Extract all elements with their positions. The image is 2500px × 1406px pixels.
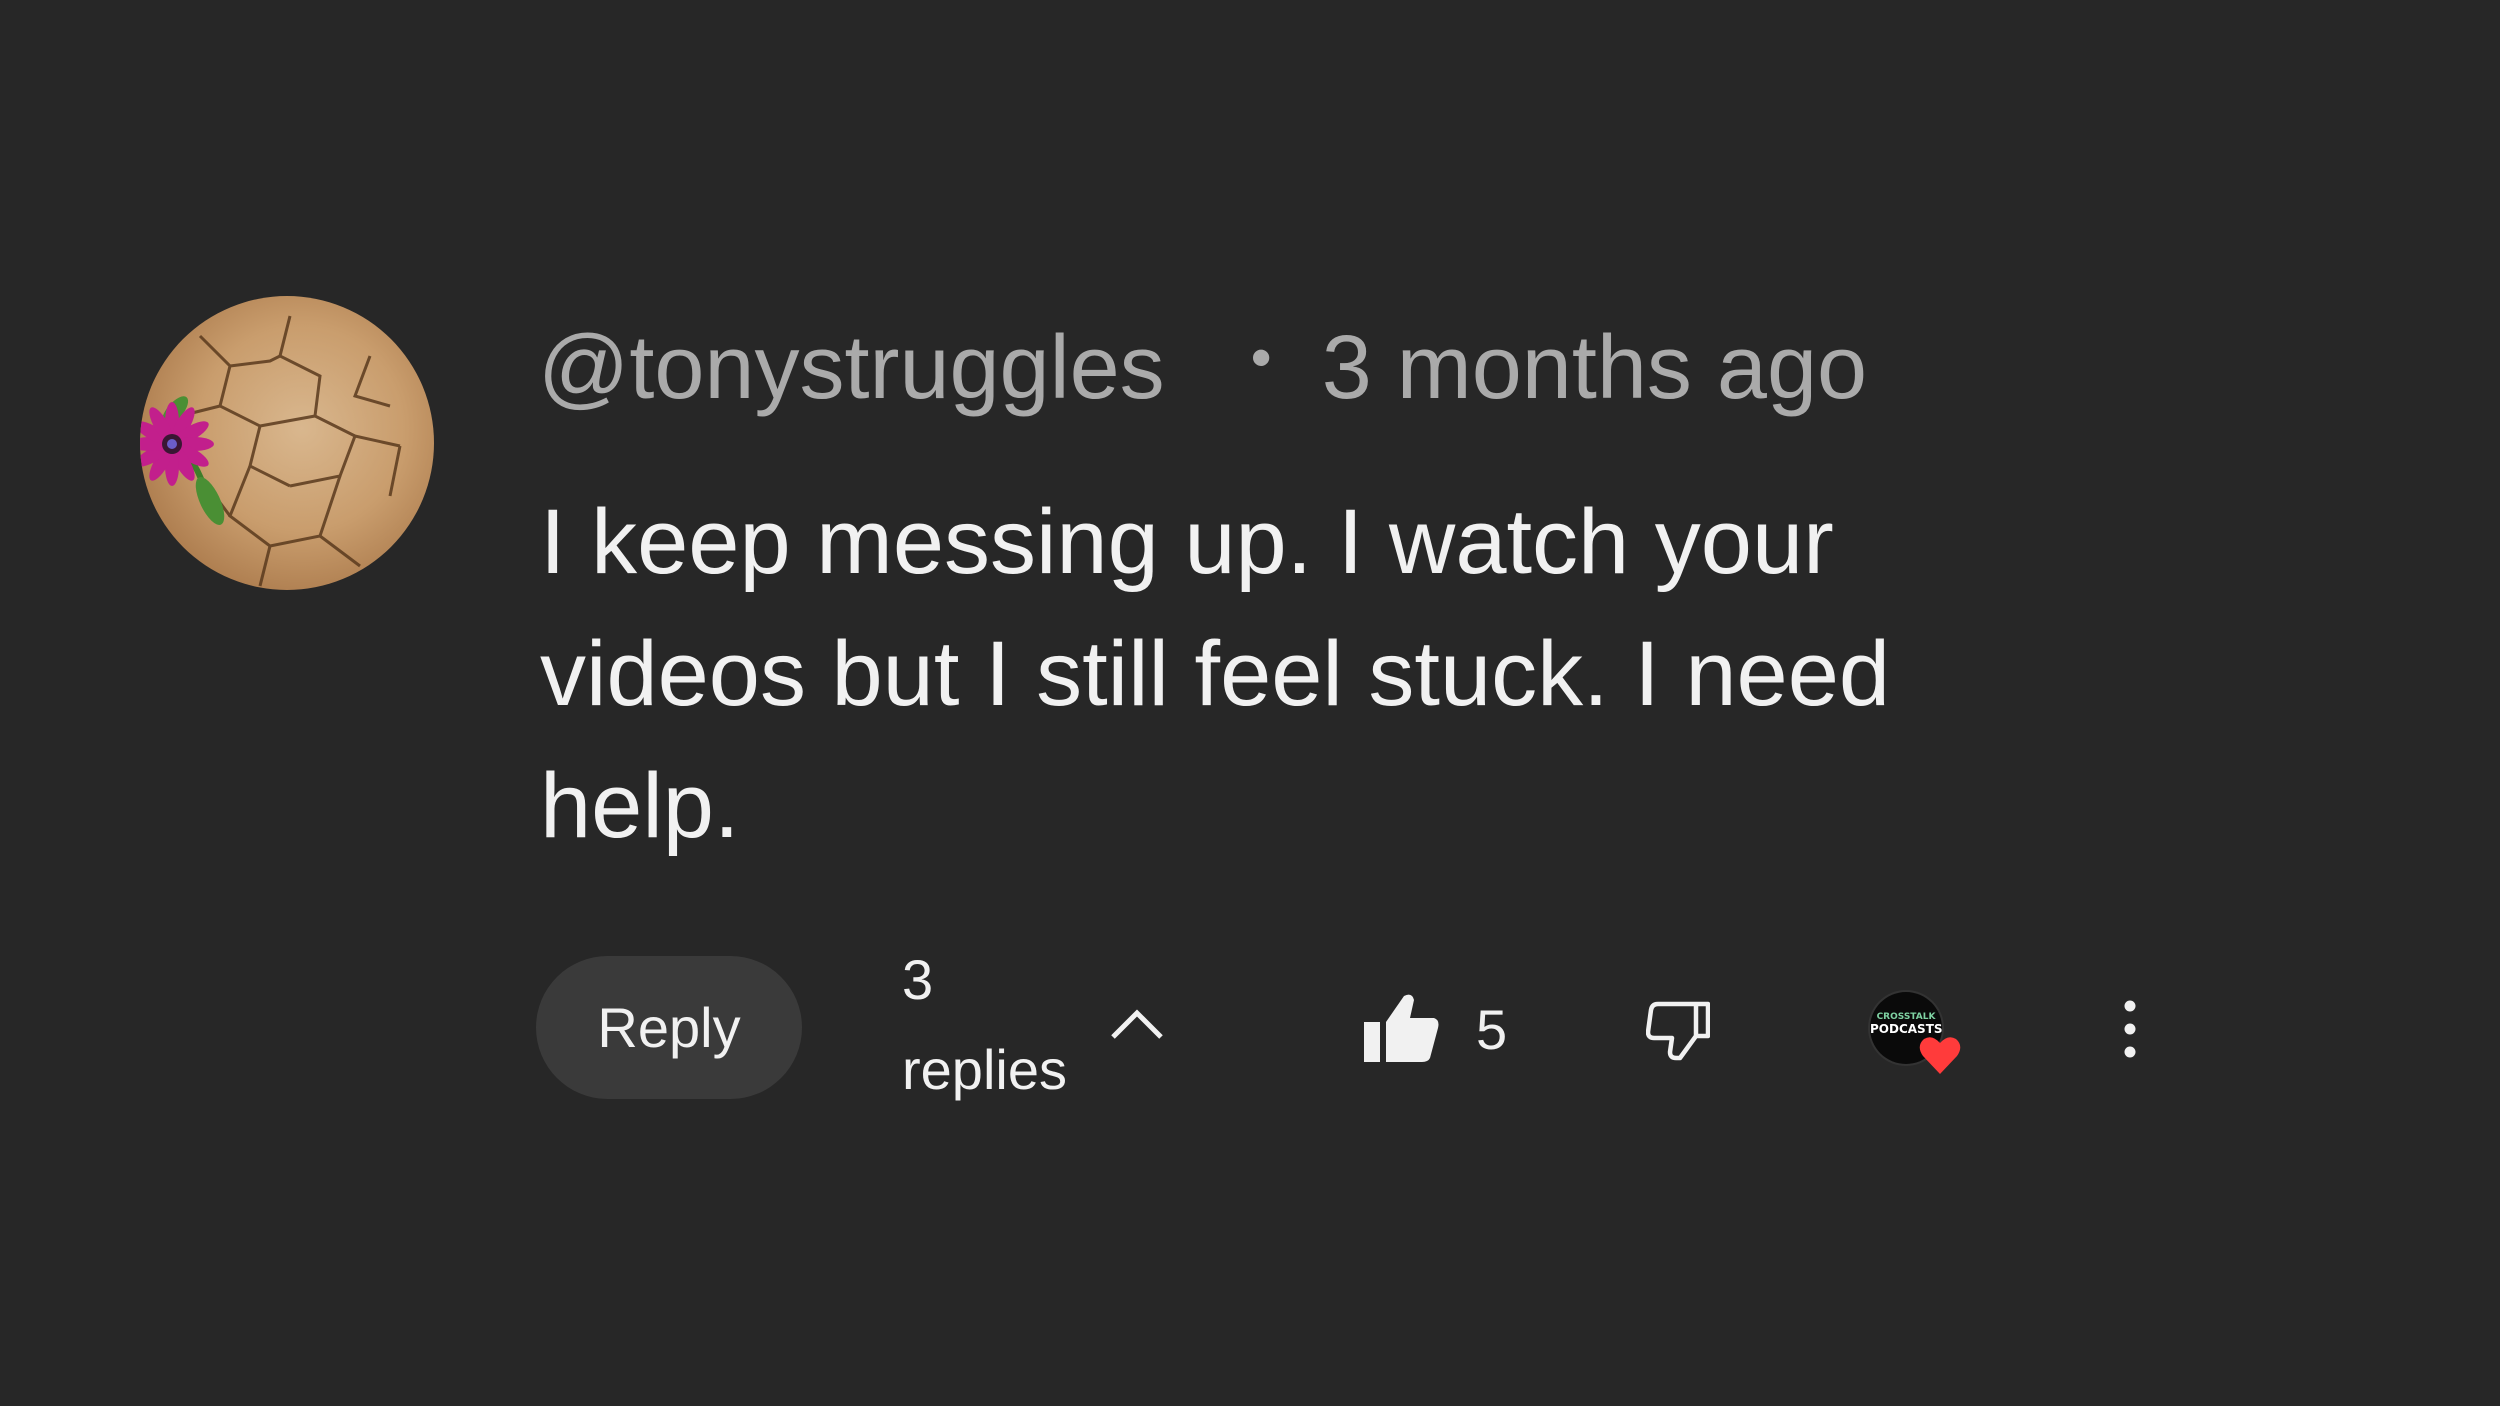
comment-text: I keep messing up. I watch your videos b… [540,491,1891,857]
heart-icon [1919,1037,1961,1074]
comment-meta: @tonystruggles • 3 months ago [538,318,1867,418]
thumbs-up-icon [1364,994,1439,1062]
creator-avatar-text-top: CROSSTALK [1876,1012,1936,1022]
replies-toggle[interactable]: 3 replies [902,948,1165,1101]
replies-count: 3 replies [902,948,1067,1101]
meta-separator: • [1250,324,1272,391]
chevron-up-icon [1109,1005,1165,1046]
more-vertical-icon [2124,1000,2136,1058]
comment-timestamp[interactable]: 3 months ago [1322,318,1867,418]
reply-button[interactable]: Reply [536,956,802,1099]
avatar-image [140,315,402,587]
dislike-button[interactable] [1645,1000,1711,1062]
like-count: 5 [1476,998,1508,1061]
thumbs-down-icon [1645,1001,1711,1061]
author-avatar[interactable] [140,296,434,590]
more-options-button[interactable] [2116,998,2144,1060]
author-handle[interactable]: @tonystruggles [538,318,1165,418]
like-button[interactable] [1364,992,1440,1064]
comment-card: @tonystruggles • 3 months ago I keep mes… [0,0,2500,1406]
creator-heart-badge: CROSSTALK PODCASTS [1870,992,1962,1080]
